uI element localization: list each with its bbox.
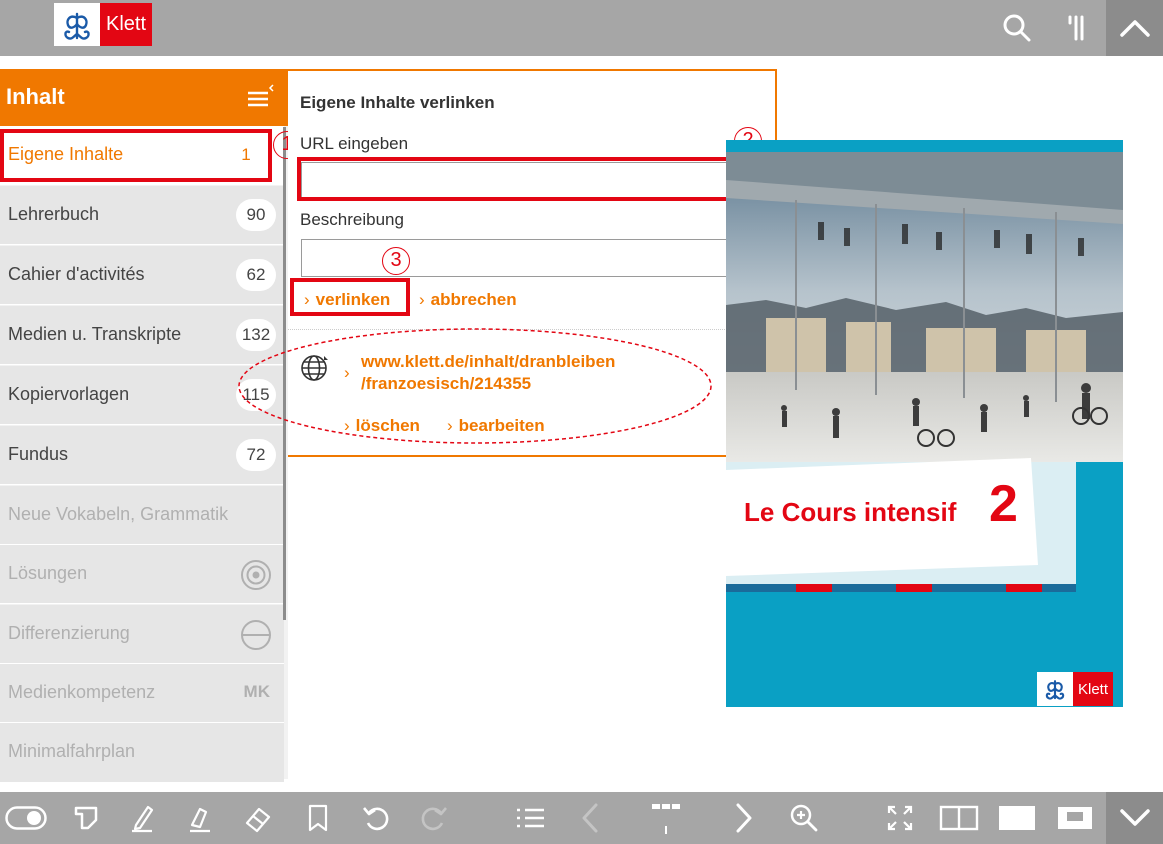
sidebar-title: Inhalt <box>6 84 65 109</box>
annotation-box-1 <box>0 129 272 182</box>
search-icon[interactable] <box>997 8 1037 48</box>
bookmark-icon[interactable] <box>300 800 336 836</box>
annotation-box-2 <box>297 157 766 201</box>
count-badge: 90 <box>236 199 276 231</box>
klett-logo[interactable]: Klett <box>54 3 152 46</box>
differentiation-icon <box>240 619 272 651</box>
marker-icon[interactable] <box>182 800 218 836</box>
annotation-number-3: 3 <box>382 247 410 275</box>
sidebar-item-minimalfahrplan[interactable]: Minimalfahrplan <box>0 723 284 782</box>
page-view-icon[interactable] <box>1054 800 1096 836</box>
description-input[interactable] <box>301 239 765 277</box>
sidebar-item-label: Fundus <box>8 444 69 464</box>
description-label: Beschreibung <box>300 210 404 229</box>
klett-flower-icon <box>54 3 100 46</box>
sidebar-item-label: Medienkompetenz <box>8 682 156 702</box>
count-badge: 62 <box>236 259 276 291</box>
annotation-ellipse <box>238 328 712 444</box>
sidebar-item-lehrerbuch[interactable]: Lehrerbuch 90 <box>0 186 284 245</box>
book-title: Le Cours intensif <box>744 497 957 527</box>
mk-tag: MK <box>243 682 270 701</box>
sidebar-item-label: Neue Vokabeln, Grammatik <box>8 504 229 524</box>
publisher-text: Klett <box>1073 672 1113 706</box>
chevron-down-icon[interactable] <box>1106 792 1163 844</box>
panel-title: Eigene Inhalte verlinken <box>300 93 495 112</box>
pencil-icon[interactable] <box>124 800 160 836</box>
sidebar-header: Inhalt <box>0 69 288 126</box>
abbrechen-button[interactable]: › abbrechen <box>419 290 517 310</box>
sidebar-item-label: Lösungen <box>8 563 88 583</box>
klett-flower-icon <box>1037 672 1073 706</box>
redo-icon[interactable] <box>416 800 452 836</box>
sidebar-item-medienkompetenz[interactable]: Medienkompetenz MK <box>0 664 284 723</box>
chevron-up-icon[interactable] <box>1106 0 1163 56</box>
eraser-icon[interactable] <box>240 800 276 836</box>
bottom-toolbar <box>0 792 1163 844</box>
target-icon <box>240 559 272 591</box>
note-icon[interactable] <box>68 800 104 836</box>
sidebar-item-label: Kopiervorlagen <box>8 384 130 404</box>
book-number: 2 <box>989 475 1018 533</box>
chevron-right-icon: › <box>419 290 425 309</box>
top-toolbar: Klett <box>0 0 1163 56</box>
sidebar-item-label: Lehrerbuch <box>8 204 100 224</box>
sidebar-item-differenzierung[interactable]: Differenzierung <box>0 605 284 664</box>
fullscreen-icon[interactable] <box>882 800 918 836</box>
list-icon[interactable] <box>512 800 548 836</box>
next-page-icon[interactable] <box>726 800 762 836</box>
single-page-icon[interactable] <box>996 800 1038 836</box>
sidebar-item-label: Differenzierung <box>8 623 130 643</box>
logo-text: Klett <box>100 3 152 46</box>
annotation-box-3 <box>290 278 410 316</box>
sidebar-item-vokabeln[interactable]: Neue Vokabeln, Grammatik <box>0 486 284 545</box>
double-page-icon[interactable] <box>938 800 980 836</box>
undo-icon[interactable] <box>358 800 394 836</box>
prev-page-icon[interactable] <box>572 800 608 836</box>
sidebar-item-label: Medien u. Transkripte <box>8 324 182 344</box>
book-cover[interactable]: Le Cours intensif 2 Klett <box>726 140 1123 707</box>
sidebar-item-label: Cahier d'activités <box>8 264 145 284</box>
sidebar-item-cahier[interactable]: Cahier d'activités 62 <box>0 246 284 305</box>
publisher-logo: Klett <box>1037 672 1113 706</box>
cover-photo <box>726 140 1123 707</box>
sidebar-item-label: Minimalfahrplan <box>8 741 136 761</box>
zoom-in-icon[interactable] <box>786 800 822 836</box>
abbrechen-label: abbrechen <box>430 290 517 309</box>
url-label: URL eingeben <box>300 134 409 153</box>
page-slider-icon[interactable] <box>648 800 684 836</box>
sidebar-item-loesungen[interactable]: Lösungen <box>0 545 284 604</box>
collapse-menu-icon[interactable] <box>246 83 276 111</box>
toggle-icon[interactable] <box>4 800 48 836</box>
columns-icon[interactable] <box>1056 8 1096 48</box>
